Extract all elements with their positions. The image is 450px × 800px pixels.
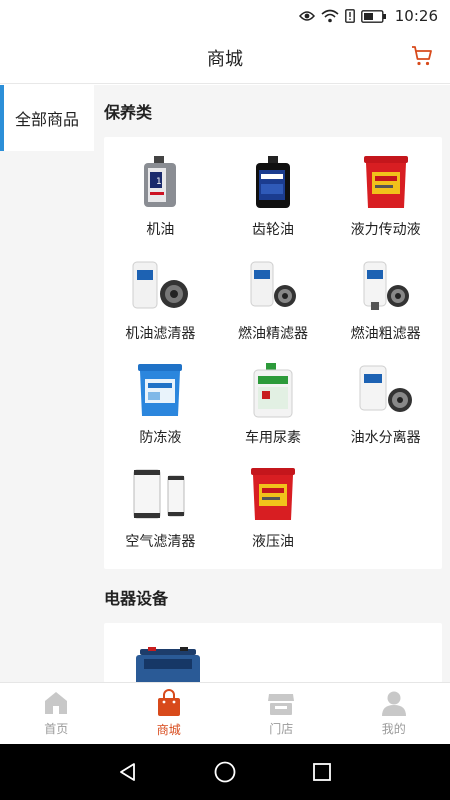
product-name: 液压油 [251, 534, 294, 550]
oil-bottle-icon: 1 [125, 151, 195, 213]
bottom-tab-bar: 首页 商城 门店 我的 [0, 682, 450, 744]
store-icon [268, 694, 295, 715]
cart-button[interactable] [410, 44, 434, 68]
cart-icon [412, 46, 432, 66]
red-bucket-icon [351, 151, 421, 213]
product-hydraulic-oil[interactable]: 液压油 [217, 463, 330, 561]
page-header: 商城 [0, 32, 450, 84]
tab-home[interactable]: 首页 [0, 683, 113, 744]
product-urea[interactable]: 车用尿素 [217, 359, 330, 457]
product-battery[interactable] [134, 645, 204, 682]
product-name: 机油滤清器 [125, 326, 196, 342]
fuel-fine-filter-icon [238, 255, 308, 317]
product-name: 燃油粗滤器 [350, 326, 421, 342]
red-bucket-icon [238, 463, 308, 525]
svg-text:1: 1 [156, 177, 162, 187]
fuel-coarse-filter-icon [351, 255, 421, 317]
wifi-icon [321, 9, 339, 23]
home-circle-icon [214, 761, 236, 783]
product-name: 防冻液 [139, 430, 182, 446]
back-button[interactable] [108, 752, 148, 792]
home-system-button[interactable] [205, 752, 245, 792]
home-icon [45, 692, 68, 714]
system-navigation-bar [0, 744, 450, 800]
product-list[interactable]: 保养类 1 机油 齿轮油 液力传动液 机油滤清器 燃油精滤器 燃油粗滤器 防冻液… [94, 85, 450, 682]
status-bar: 10:26 [0, 0, 450, 32]
product-oil-filter[interactable]: 机油滤清器 [104, 255, 217, 353]
gear-oil-bottle-icon [238, 151, 308, 213]
person-icon [381, 691, 406, 716]
product-name: 燃油精滤器 [237, 326, 308, 342]
sim-alert-icon [344, 9, 355, 23]
app-screen: 10:26 商城 全部商品 保养类 1 机油 齿轮油 液力传动液 机油滤清器 燃… [0, 0, 450, 800]
product-name: 车用尿素 [244, 430, 301, 446]
recents-button[interactable] [302, 752, 342, 792]
tab-label: 商城 [156, 723, 181, 737]
eye-icon [298, 10, 315, 22]
oil-filter-icon [125, 255, 195, 317]
product-gear-oil[interactable]: 齿轮油 [217, 151, 330, 249]
category-sidebar: 全部商品 [0, 85, 94, 682]
product-name: 油水分离器 [350, 430, 421, 446]
oil-water-separator-icon [351, 359, 421, 421]
sidebar-item-all-products[interactable]: 全部商品 [0, 85, 94, 151]
urea-jug-icon [238, 359, 308, 421]
recents-square-icon [312, 763, 331, 781]
product-fuel-coarse-filter[interactable]: 燃油粗滤器 [329, 255, 442, 353]
battery-icon [136, 647, 200, 682]
status-time: 10:26 [394, 7, 438, 25]
tab-mall[interactable]: 商城 [113, 683, 226, 744]
product-antifreeze[interactable]: 防冻液 [104, 359, 217, 457]
tab-label: 首页 [44, 722, 69, 736]
product-engine-oil[interactable]: 1 机油 [104, 151, 217, 249]
sidebar-item-label: 全部商品 [14, 110, 79, 129]
product-oil-water-separator[interactable]: 油水分离器 [329, 359, 442, 457]
product-transmission-fluid[interactable]: 液力传动液 [329, 151, 442, 249]
tab-label: 我的 [381, 722, 406, 736]
section-title-electrical: 电器设备 [104, 589, 169, 608]
shopping-bag-icon [157, 689, 180, 716]
battery-status-icon [360, 9, 387, 23]
product-name: 机油 [146, 222, 175, 238]
product-air-filter[interactable]: 空气滤清器 [104, 463, 217, 561]
product-name: 空气滤清器 [125, 534, 196, 550]
tab-profile[interactable]: 我的 [338, 683, 450, 744]
product-fuel-fine-filter[interactable]: 燃油精滤器 [217, 255, 330, 353]
page-title: 商城 [207, 48, 243, 70]
product-grid-electrical [104, 623, 442, 682]
air-filter-icon [125, 463, 195, 525]
back-triangle-icon [120, 763, 136, 781]
product-name: 齿轮油 [251, 222, 294, 238]
tab-store[interactable]: 门店 [225, 683, 338, 744]
section-title-maintenance: 保养类 [104, 103, 153, 122]
tab-label: 门店 [269, 722, 294, 736]
product-grid: 1 机油 齿轮油 液力传动液 机油滤清器 燃油精滤器 燃油粗滤器 防冻液 车用尿… [104, 137, 442, 569]
product-name: 液力传动液 [350, 222, 421, 238]
blue-bucket-icon [125, 359, 195, 421]
